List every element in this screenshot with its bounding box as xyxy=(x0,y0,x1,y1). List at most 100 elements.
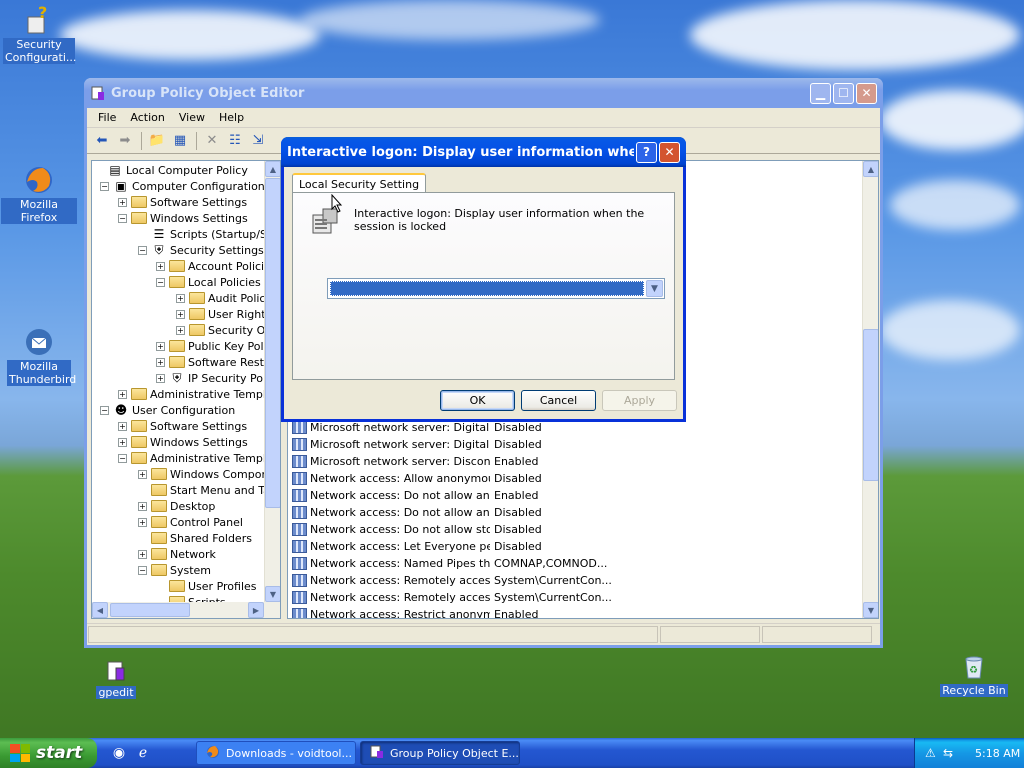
tree-item[interactable]: + Desktop xyxy=(138,498,215,514)
tree-item[interactable]: + Software Settings xyxy=(118,194,247,210)
window-titlebar[interactable]: Group Policy Object Editor ▁ ☐ ✕ xyxy=(84,78,883,108)
policy-row[interactable]: Network access: Named Pipes tha... COMNAP… xyxy=(292,555,607,572)
collapse-icon[interactable]: − xyxy=(138,245,147,255)
menu-help[interactable]: Help xyxy=(212,111,251,124)
tray-network-icon[interactable]: ⇆ xyxy=(943,746,959,760)
policy-row[interactable]: Network access: Allow anonymou... Disable… xyxy=(292,470,542,487)
tree-vertical-scrollbar[interactable]: ▲ ▼ xyxy=(264,161,280,602)
scroll-up-button[interactable]: ▲ xyxy=(265,161,280,177)
help-button[interactable]: ? xyxy=(636,141,657,163)
expand-icon[interactable]: + xyxy=(118,421,127,431)
tree-item[interactable]: + ⛨ IP Security Policies xyxy=(156,370,280,386)
scroll-up-button[interactable]: ▲ xyxy=(863,161,878,177)
minimize-button[interactable]: ▁ xyxy=(810,82,831,104)
tray-security-icon[interactable]: ⚠ xyxy=(925,746,941,760)
expand-icon[interactable]: + xyxy=(176,309,185,319)
taskbar-item-firefox[interactable]: Downloads - voidtool... xyxy=(196,741,356,765)
tree-item[interactable]: Start Menu and Taskbar xyxy=(138,482,280,498)
close-button[interactable]: ✕ xyxy=(856,82,877,104)
back-icon[interactable]: ⬅ xyxy=(91,131,113,151)
policy-row[interactable]: Microsoft network server: Disconn... Enab… xyxy=(292,453,538,470)
tree-item[interactable]: − ▣ Computer Configuration xyxy=(100,178,265,194)
scroll-down-button[interactable]: ▼ xyxy=(265,586,280,602)
taskbar-item-gpedit[interactable]: Group Policy Object E... xyxy=(360,741,520,765)
expand-icon[interactable]: + xyxy=(138,517,147,527)
collapse-icon[interactable]: − xyxy=(118,453,127,463)
tree-item[interactable]: + Administrative Templates xyxy=(118,386,280,402)
policy-row[interactable]: Network access: Let Everyone pe... Disabl… xyxy=(292,538,542,555)
scroll-right-button[interactable]: ▶ xyxy=(248,602,264,618)
export-list-icon[interactable]: ⇲ xyxy=(247,131,269,151)
tree-item[interactable]: + Windows Settings xyxy=(118,434,248,450)
tree-item[interactable]: + Windows Components xyxy=(138,466,280,482)
show-desktop-icon[interactable]: ◉ xyxy=(110,744,128,762)
show-hide-tree-icon[interactable]: ▦ xyxy=(169,131,191,151)
tree-item[interactable]: ☰Scripts (Startup/Shutdown) xyxy=(138,226,280,242)
expand-icon[interactable]: + xyxy=(138,469,147,479)
start-button[interactable]: start xyxy=(0,738,97,768)
collapse-icon[interactable]: − xyxy=(100,405,109,415)
apply-button[interactable]: Apply xyxy=(602,390,677,411)
forward-icon[interactable]: ➡ xyxy=(114,131,136,151)
tree-horizontal-scrollbar[interactable]: ◀ ▶ xyxy=(92,602,280,618)
desktop-icon-security-config[interactable]: ? Security Configurati... xyxy=(1,4,77,64)
delete-icon[interactable]: ✕ xyxy=(201,131,223,151)
tree-item[interactable]: +Software Restriction Policies xyxy=(156,354,280,370)
scroll-down-button[interactable]: ▼ xyxy=(863,602,878,618)
internet-explorer-icon[interactable]: ℯ xyxy=(134,744,152,762)
tree-item[interactable]: − Windows Settings xyxy=(118,210,248,226)
policy-row[interactable]: Network access: Do not allow ano... Enabl… xyxy=(292,487,538,504)
tree-item[interactable]: + Software Settings xyxy=(118,418,247,434)
tab-local-security-setting[interactable]: Local Security Setting xyxy=(292,173,427,193)
expand-icon[interactable]: + xyxy=(118,197,127,207)
list-vertical-scrollbar[interactable]: ▲ ▼ xyxy=(862,161,878,618)
tree-item[interactable]: − Local Policies xyxy=(156,274,261,290)
scroll-left-button[interactable]: ◀ xyxy=(92,602,108,618)
dialog-close-button[interactable]: ✕ xyxy=(659,141,680,163)
desktop-icon-gpedit[interactable]: gpedit xyxy=(78,652,154,699)
ok-button[interactable]: OK xyxy=(440,390,515,411)
tree-item[interactable]: + Audit Policy xyxy=(176,290,272,306)
policy-row[interactable]: Network access: Restrict anonym... Enable… xyxy=(292,606,538,618)
expand-icon[interactable]: + xyxy=(156,373,165,383)
expand-icon[interactable]: + xyxy=(118,437,127,447)
menu-view[interactable]: View xyxy=(172,111,212,124)
collapse-icon[interactable]: − xyxy=(138,565,147,575)
expand-icon[interactable]: + xyxy=(138,549,147,559)
policy-row[interactable]: Network access: Remotely accessi... Syste… xyxy=(292,572,612,589)
scroll-thumb[interactable] xyxy=(863,329,878,481)
tree-item[interactable]: − System xyxy=(138,562,211,578)
policy-row[interactable]: Network access: Remotely accessi... Syste… xyxy=(292,589,612,606)
scroll-thumb[interactable] xyxy=(265,178,280,508)
tree-item[interactable]: + Network xyxy=(138,546,216,562)
tree-item[interactable]: + User Rights xyxy=(176,306,271,322)
expand-icon[interactable]: + xyxy=(176,293,185,303)
collapse-icon[interactable]: − xyxy=(156,277,165,287)
policy-row[interactable]: Microsoft network server: Digitally... Di… xyxy=(292,436,542,453)
tree-item[interactable]: − ☻ User Configuration xyxy=(100,402,235,418)
desktop-icon-firefox[interactable]: Mozilla Firefox xyxy=(1,164,77,224)
desktop-icon-thunderbird[interactable]: Mozilla Thunderbird xyxy=(1,326,77,386)
chevron-down-icon[interactable]: ▼ xyxy=(646,280,663,297)
expand-icon[interactable]: + xyxy=(118,389,127,399)
tree-item[interactable]: Shared Folders xyxy=(138,530,252,546)
collapse-icon[interactable]: − xyxy=(118,213,127,223)
expand-icon[interactable]: + xyxy=(156,341,165,351)
tree-item[interactable]: + Control Panel xyxy=(138,514,243,530)
expand-icon[interactable]: + xyxy=(138,501,147,511)
scroll-thumb[interactable] xyxy=(110,603,190,617)
expand-icon[interactable]: + xyxy=(156,357,165,367)
menu-file[interactable]: File xyxy=(91,111,123,124)
tree-item[interactable]: ▤ Local Computer Policy xyxy=(94,162,248,178)
policy-row[interactable]: Network access: Do not allow stor... Disa… xyxy=(292,521,542,538)
tree-item[interactable]: + Public Key Policies xyxy=(156,338,280,354)
maximize-button[interactable]: ☐ xyxy=(833,82,854,104)
cancel-button[interactable]: Cancel xyxy=(521,390,596,411)
expand-icon[interactable]: + xyxy=(176,325,185,335)
desktop-icon-recycle-bin[interactable]: ♻ Recycle Bin xyxy=(936,650,1012,697)
setting-dropdown[interactable]: ▼ xyxy=(327,278,665,299)
properties-icon[interactable]: ☷ xyxy=(224,131,246,151)
tree-pane[interactable]: ▤ Local Computer Policy − ▣ Computer Configu… xyxy=(91,160,281,619)
tree-item[interactable]: + Account Policies xyxy=(156,258,277,274)
tree-item[interactable]: − Administrative Templates xyxy=(118,450,280,466)
